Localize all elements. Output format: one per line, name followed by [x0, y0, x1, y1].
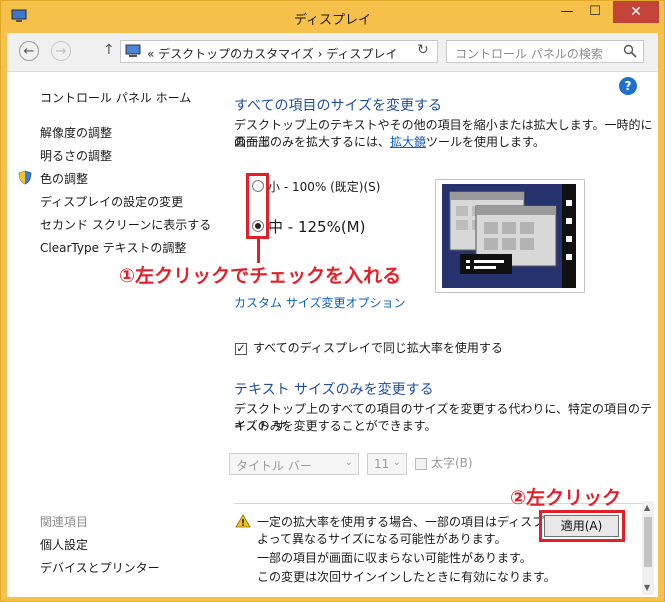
font-size-select[interactable]: 11 ⌄ [367, 453, 407, 475]
text-item-select-value: タイトル バー [236, 459, 312, 473]
bold-label[interactable]: 太字(B) [431, 455, 473, 472]
help-icon[interactable]: ? [619, 77, 637, 95]
scroll-down-icon[interactable]: ▼ [644, 583, 650, 592]
description-text-before-link: の一部のみを拡大するには、 [234, 135, 391, 149]
back-button[interactable]: ← [19, 41, 39, 61]
shield-icon [18, 170, 32, 185]
sidebar-item-color[interactable]: 色の調整 [40, 170, 88, 187]
same-scale-checkbox[interactable]: ✓ [235, 343, 247, 355]
scroll-up-icon[interactable]: ▲ [644, 503, 650, 512]
highlight-apply-box [539, 510, 625, 542]
sidebar-item-second-screen[interactable]: セカンド スクリーンに表示する [40, 216, 211, 233]
sidebar-item-display-settings[interactable]: ディスプレイの設定の変更 [40, 193, 183, 210]
navigation-bar: ← → ↑ « デスクトップのカスタマイズ › ディスプレイ ⌄ ↻ コントロー… [7, 33, 658, 72]
vertical-scrollbar[interactable]: ▲ ▼ [642, 501, 654, 595]
minimize-button[interactable]: — [553, 1, 581, 23]
address-bar[interactable]: « デスクトップのカスタマイズ › ディスプレイ ⌄ ↻ [120, 40, 438, 63]
sidebar-item-cleartype[interactable]: ClearType テキストの調整 [40, 239, 186, 256]
forward-button[interactable]: → [51, 41, 71, 61]
chevron-down-icon: ⌄ [344, 457, 353, 468]
highlight-connector-line [257, 239, 260, 263]
warning-line-3: 一部の項目が画面に収まらない可能性があります。 [257, 551, 532, 565]
radio-medium-label[interactable]: 中 - 125%(M) [268, 216, 365, 237]
address-dropdown-icon[interactable]: ⌄ [389, 44, 397, 55]
magnifier-link[interactable]: 拡大鏡 [390, 135, 426, 149]
maximize-button[interactable]: ☐ [581, 1, 609, 23]
same-scale-label[interactable]: すべてのディスプレイで同じ拡大率を使用する [253, 340, 503, 357]
sidebar-item-brightness[interactable]: 明るさの調整 [40, 147, 112, 164]
custom-scaling-link[interactable]: カスタム サイズ変更オプション [234, 295, 405, 312]
search-icon[interactable] [623, 44, 637, 58]
description-text-after-link: ツールを使用します。 [426, 135, 545, 149]
related-personalize-link[interactable]: 個人設定 [40, 536, 88, 553]
description-line-2: の一部のみを拡大するには、拡大鏡ツールを使用します。 [234, 134, 545, 151]
display-window: ディスプレイ — ☐ ✕ ← → ↑ « デスクトップのカスタマイズ › ディス… [0, 0, 665, 602]
breadcrumb[interactable]: « デスクトップのカスタマイズ › ディスプレイ [147, 45, 397, 62]
warning-line-2: よって異なるサイズになる可能性があります。 [257, 532, 507, 546]
scale-preview-image [435, 179, 585, 293]
sidebar-home-link[interactable]: コントロール パネル ホーム [40, 89, 191, 106]
chevron-down-icon: ⌄ [392, 457, 401, 468]
search-placeholder: コントロール パネルの検索 [455, 47, 603, 61]
window-content: ← → ↑ « デスクトップのカスタマイズ › ディスプレイ ⌄ ↻ コントロー… [7, 33, 658, 597]
scroll-thumb[interactable] [644, 517, 652, 567]
refresh-icon[interactable]: ↻ [417, 42, 429, 58]
sidebar-item-resolution[interactable]: 解像度の調整 [40, 124, 112, 141]
heading-change-all-sizes: すべての項目のサイズを変更する [234, 98, 443, 114]
search-input[interactable]: コントロール パネルの検索 [446, 40, 644, 63]
title-bar[interactable]: ディスプレイ — ☐ ✕ [1, 1, 664, 33]
control-panel-icon [125, 44, 141, 57]
warning-line-4: この変更は次回サインインしたときに有効になります。 [257, 570, 556, 584]
annotation-step-1: ①左クリックでチェックを入れる [119, 265, 402, 287]
close-button[interactable]: ✕ [613, 1, 659, 23]
text-item-select[interactable]: タイトル バー ⌄ [229, 453, 359, 475]
warning-icon [235, 514, 251, 528]
up-button[interactable]: ↑ [103, 42, 115, 58]
font-size-select-value: 11 [374, 457, 390, 471]
text-description-line-2: イズのみを変更することができます。 [234, 419, 437, 433]
annotation-step-2: ②左クリック [510, 487, 622, 509]
related-devices-link[interactable]: デバイスとプリンター [40, 559, 160, 576]
warning-line-1: 一定の拡大率を使用する場合、一部の項目はディスプレイに [257, 515, 581, 529]
preview-graphic [436, 180, 584, 292]
bold-checkbox[interactable] [415, 458, 427, 470]
highlight-radio-box [246, 173, 269, 239]
heading-change-text-size: テキスト サイズのみを変更する [234, 382, 434, 398]
related-heading: 関連項目 [40, 515, 89, 529]
radio-small-label[interactable]: 小 - 100% (既定)(S) [268, 178, 380, 195]
